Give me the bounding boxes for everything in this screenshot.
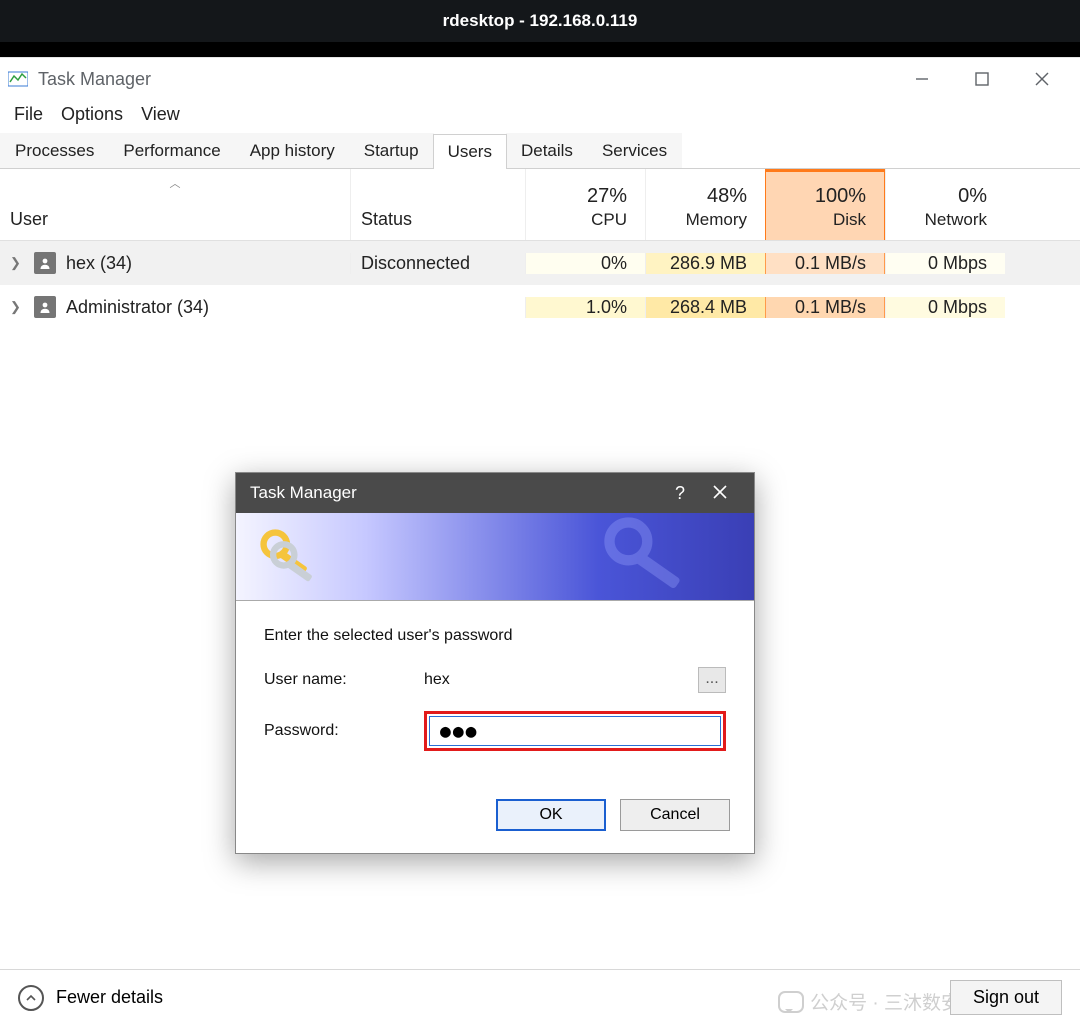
chevron-up-icon bbox=[18, 985, 44, 1011]
dialog-close-button[interactable] bbox=[700, 483, 740, 504]
col-user-header[interactable]: ︿ User bbox=[0, 169, 350, 240]
fewer-details-button[interactable]: Fewer details bbox=[18, 985, 163, 1011]
cell-network: 0 Mbps bbox=[885, 297, 1005, 318]
dialog-prompt: Enter the selected user's password bbox=[264, 627, 726, 645]
col-network-header[interactable]: 0% Network bbox=[885, 169, 1005, 240]
chevron-right-icon[interactable]: ❯ bbox=[10, 299, 24, 315]
minimize-button[interactable] bbox=[892, 60, 952, 98]
ok-button[interactable]: OK bbox=[496, 799, 606, 831]
chevron-right-icon[interactable]: ❯ bbox=[10, 255, 24, 271]
dialog-title: Task Manager bbox=[250, 483, 357, 503]
dialog-titlebar[interactable]: Task Manager ? bbox=[236, 473, 754, 513]
username-browse-button[interactable]: ... bbox=[698, 667, 726, 693]
tab-processes[interactable]: Processes bbox=[0, 133, 109, 168]
table-row[interactable]: ❯ Administrator (34) 1.0% 268.4 MB 0.1 M… bbox=[0, 285, 1080, 329]
menu-file[interactable]: File bbox=[14, 104, 43, 125]
password-label: Password: bbox=[264, 722, 424, 740]
rdesktop-title: rdesktop - 192.168.0.119 bbox=[443, 11, 638, 31]
task-manager-window: Task Manager File Options View Processes… bbox=[0, 57, 1080, 1025]
col-status-header[interactable]: Status bbox=[350, 169, 525, 240]
col-cpu-header[interactable]: 27% CPU bbox=[525, 169, 645, 240]
cell-memory: 268.4 MB bbox=[645, 297, 765, 318]
window-title: Task Manager bbox=[38, 69, 151, 90]
outer-border bbox=[0, 42, 1080, 57]
user-icon bbox=[34, 252, 56, 274]
password-dialog: Task Manager ? Enter the selected user's… bbox=[235, 472, 755, 854]
tab-startup[interactable]: Startup bbox=[349, 133, 434, 168]
cell-disk: 0.1 MB/s bbox=[765, 253, 885, 274]
users-table: ︿ User Status 27% CPU 48% Memory 100% Di… bbox=[0, 169, 1080, 329]
close-button[interactable] bbox=[1012, 60, 1072, 98]
col-memory-header[interactable]: 48% Memory bbox=[645, 169, 765, 240]
menu-options[interactable]: Options bbox=[61, 104, 123, 125]
cell-cpu: 1.0% bbox=[525, 297, 645, 318]
user-name: hex (34) bbox=[66, 253, 132, 274]
tab-details[interactable]: Details bbox=[506, 133, 588, 168]
keys-icon bbox=[254, 523, 322, 591]
tabstrip: Processes Performance App history Startu… bbox=[0, 133, 1080, 169]
maximize-button[interactable] bbox=[952, 60, 1012, 98]
dialog-banner bbox=[236, 513, 754, 601]
username-value: hex bbox=[424, 671, 688, 689]
cancel-button[interactable]: Cancel bbox=[620, 799, 730, 831]
user-icon bbox=[34, 296, 56, 318]
cell-cpu: 0% bbox=[525, 253, 645, 274]
user-name: Administrator (34) bbox=[66, 297, 209, 318]
window-titlebar[interactable]: Task Manager bbox=[0, 58, 1080, 100]
sign-out-button[interactable]: Sign out bbox=[950, 980, 1062, 1015]
cell-memory: 286.9 MB bbox=[645, 253, 765, 274]
password-input[interactable] bbox=[429, 716, 721, 746]
sort-indicator-icon: ︿ bbox=[0, 175, 350, 191]
tab-services[interactable]: Services bbox=[587, 133, 682, 168]
rdesktop-titlebar: rdesktop - 192.168.0.119 bbox=[0, 0, 1080, 42]
task-manager-icon bbox=[8, 70, 28, 88]
col-disk-header[interactable]: 100% Disk bbox=[765, 169, 885, 240]
dialog-buttons: OK Cancel bbox=[236, 789, 754, 853]
password-highlight bbox=[424, 711, 726, 751]
tab-users[interactable]: Users bbox=[433, 134, 507, 169]
tab-app-history[interactable]: App history bbox=[235, 133, 350, 168]
cell-network: 0 Mbps bbox=[885, 253, 1005, 274]
table-row[interactable]: ❯ hex (34) Disconnected 0% 286.9 MB 0.1 … bbox=[0, 241, 1080, 285]
username-label: User name: bbox=[264, 671, 424, 689]
dialog-help-button[interactable]: ? bbox=[660, 483, 700, 504]
dialog-body: Enter the selected user's password User … bbox=[236, 601, 754, 789]
table-header: ︿ User Status 27% CPU 48% Memory 100% Di… bbox=[0, 169, 1080, 241]
menu-view[interactable]: View bbox=[141, 104, 180, 125]
user-status: Disconnected bbox=[350, 253, 525, 274]
menubar: File Options View bbox=[0, 100, 1080, 133]
keys-faded-icon bbox=[584, 513, 714, 601]
cell-disk: 0.1 MB/s bbox=[765, 297, 885, 318]
footer: Fewer details Sign out bbox=[0, 969, 1080, 1025]
tab-performance[interactable]: Performance bbox=[108, 133, 235, 168]
